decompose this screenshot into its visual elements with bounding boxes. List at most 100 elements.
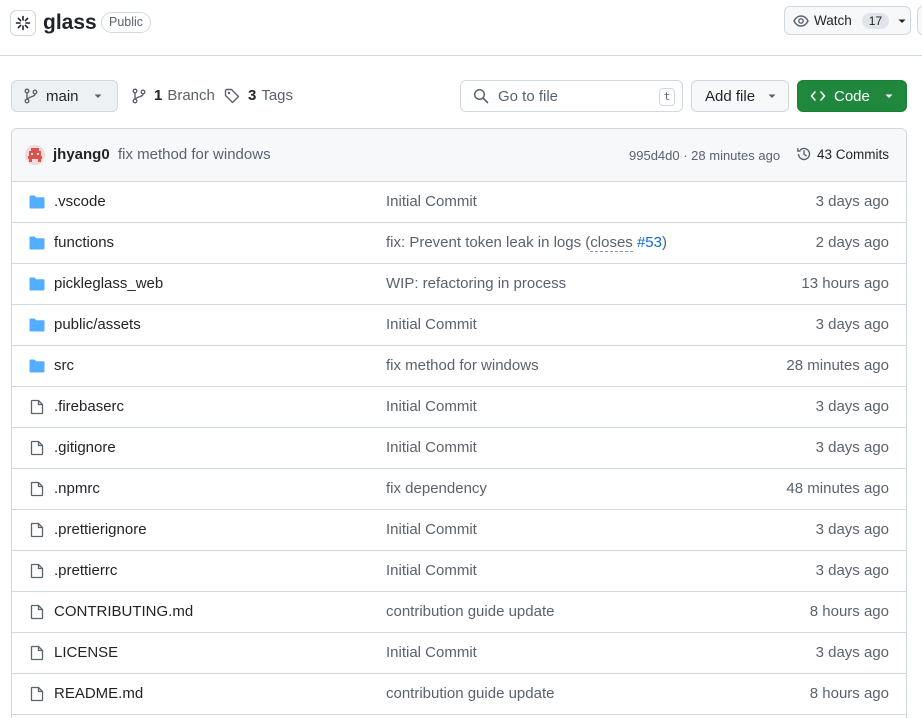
file-name-link[interactable]: .firebaserc: [54, 398, 124, 415]
code-icon: [810, 91, 826, 101]
commit-age: 13 hours ago: [801, 275, 889, 292]
commit-author[interactable]: jhyang0: [53, 146, 110, 163]
chevron-down-icon: [94, 94, 102, 98]
visibility-badge: Public: [101, 12, 152, 33]
file-commit-message[interactable]: Initial Commit: [386, 398, 477, 415]
commit-age: 3 days ago: [815, 439, 889, 456]
avatar[interactable]: [25, 145, 45, 165]
file-name-link[interactable]: .npmrc: [54, 480, 100, 497]
code-button[interactable]: Code: [797, 80, 907, 112]
tag-icon: [224, 88, 240, 103]
file-name-link[interactable]: public/assets: [54, 316, 141, 333]
commits-link[interactable]: 43 Commits: [796, 146, 889, 162]
folder-icon: [29, 317, 45, 333]
watch-count: 17: [861, 12, 890, 29]
watch-button[interactable]: Watch 17: [784, 6, 911, 35]
commit-age: 8 hours ago: [809, 685, 889, 702]
add-file-label: Add file: [705, 87, 756, 105]
commits-label: 43 Commits: [817, 146, 890, 162]
table-row: .npmrc fix dependency 48 minutes ago: [12, 469, 906, 510]
commit-age: 3 days ago: [815, 644, 889, 661]
table-row: LICENSE Initial Commit 3 days ago: [12, 633, 906, 674]
file-icon: [29, 604, 45, 620]
file-icon: [29, 522, 45, 538]
file-name-link[interactable]: src: [54, 357, 74, 374]
file-icon: [29, 563, 45, 579]
commit-age: 3 days ago: [815, 398, 889, 415]
repo-logo-icon: [10, 10, 36, 36]
file-name-link[interactable]: pickleglass_web: [54, 275, 163, 292]
star-button[interactable]: [917, 6, 922, 35]
branch-count: 1: [154, 87, 163, 104]
git-branch-icon: [132, 88, 146, 103]
commit-message-text: fix: Prevent token leak in logs (: [386, 234, 591, 251]
commit-age: 48 minutes ago: [786, 480, 889, 497]
code-label: Code: [834, 87, 870, 105]
file-commit-message[interactable]: fix dependency: [386, 480, 487, 497]
commit-message-end: ): [662, 234, 667, 251]
table-row: .firebaserc Initial Commit 3 days ago: [12, 387, 906, 428]
folder-icon: [29, 194, 45, 210]
watch-label: Watch: [814, 13, 852, 28]
file-name-link[interactable]: .prettierignore: [54, 521, 147, 538]
shortcut-key: t: [659, 88, 675, 106]
add-file-button[interactable]: Add file: [691, 80, 789, 112]
file-name-link[interactable]: .gitignore: [54, 439, 116, 456]
commit-age: 3 days ago: [815, 193, 889, 210]
table-row: .prettierignore Initial Commit 3 days ago: [12, 510, 906, 551]
file-commit-message[interactable]: contribution guide update: [386, 603, 554, 620]
file-icon: [29, 399, 45, 415]
commit-age: 2 days ago: [815, 234, 889, 251]
file-commit-message[interactable]: Initial Commit: [386, 316, 477, 333]
folder-icon: [29, 235, 45, 251]
file-icon: [29, 686, 45, 702]
issue-link[interactable]: #53: [637, 234, 662, 251]
branch-selector[interactable]: main: [11, 80, 118, 112]
file-icon: [29, 440, 45, 456]
file-name-link[interactable]: README.md: [54, 685, 143, 702]
repo-name[interactable]: glass: [43, 9, 97, 37]
branches-link[interactable]: 1 Branch: [132, 87, 215, 104]
file-name-link[interactable]: .prettierrc: [54, 562, 117, 579]
file-commit-message[interactable]: Initial Commit: [386, 521, 477, 538]
file-commit-message[interactable]: WIP: refactoring in process: [386, 275, 566, 292]
file-commit-message[interactable]: Initial Commit: [386, 439, 477, 456]
tags-link[interactable]: 3 Tags: [224, 87, 293, 104]
chevron-down-icon: [898, 19, 906, 23]
chevron-down-icon: [768, 94, 776, 98]
branch-label: Branch: [167, 87, 215, 104]
commit-age: 3 days ago: [815, 521, 889, 538]
commit-age: 8 hours ago: [809, 603, 889, 620]
commit-meta[interactable]: 995d4d0 · 28 minutes ago: [629, 148, 780, 163]
eye-icon: [793, 14, 809, 27]
file-commit-message[interactable]: contribution guide update: [386, 685, 554, 702]
commit-age: 28 minutes ago: [786, 357, 889, 374]
file-name-link[interactable]: functions: [54, 234, 114, 251]
latest-commit-bar: jhyang0 fix method for windows 995d4d0 ·…: [12, 129, 906, 182]
closes-keyword: closes: [590, 234, 633, 252]
file-table: jhyang0 fix method for windows 995d4d0 ·…: [11, 128, 907, 718]
go-to-file-input[interactable]: Go to file t: [460, 80, 683, 112]
go-to-file-placeholder: Go to file: [498, 87, 559, 105]
table-row: CONTRIBUTING.md contribution guide update…: [12, 592, 906, 633]
file-commit-message[interactable]: fix: Prevent token leak in logs (closes …: [386, 234, 667, 252]
commit-age: 3 days ago: [815, 316, 889, 333]
file-name-link[interactable]: LICENSE: [54, 644, 118, 661]
file-commit-message[interactable]: Initial Commit: [386, 562, 477, 579]
table-row: .vscode Initial Commit 3 days ago: [12, 182, 906, 223]
git-branch-icon: [24, 88, 38, 104]
folder-icon: [29, 358, 45, 374]
file-name-link[interactable]: .vscode: [54, 193, 106, 210]
table-row: src fix method for windows 28 minutes ago: [12, 346, 906, 387]
folder-icon: [29, 276, 45, 292]
table-row: README.md contribution guide update 8 hour…: [12, 674, 906, 715]
commit-message[interactable]: fix method for windows: [118, 146, 271, 163]
table-row: pickleglass_web WIP: refactoring in proce…: [12, 264, 906, 305]
file-commit-message[interactable]: Initial Commit: [386, 193, 477, 210]
tag-label: Tags: [261, 87, 294, 104]
file-commit-message[interactable]: fix method for windows: [386, 357, 539, 374]
table-row: functions fix: Prevent token leak in logs…: [12, 223, 906, 264]
chevron-down-icon: [885, 94, 893, 98]
file-commit-message[interactable]: Initial Commit: [386, 644, 477, 661]
file-name-link[interactable]: CONTRIBUTING.md: [54, 603, 193, 620]
